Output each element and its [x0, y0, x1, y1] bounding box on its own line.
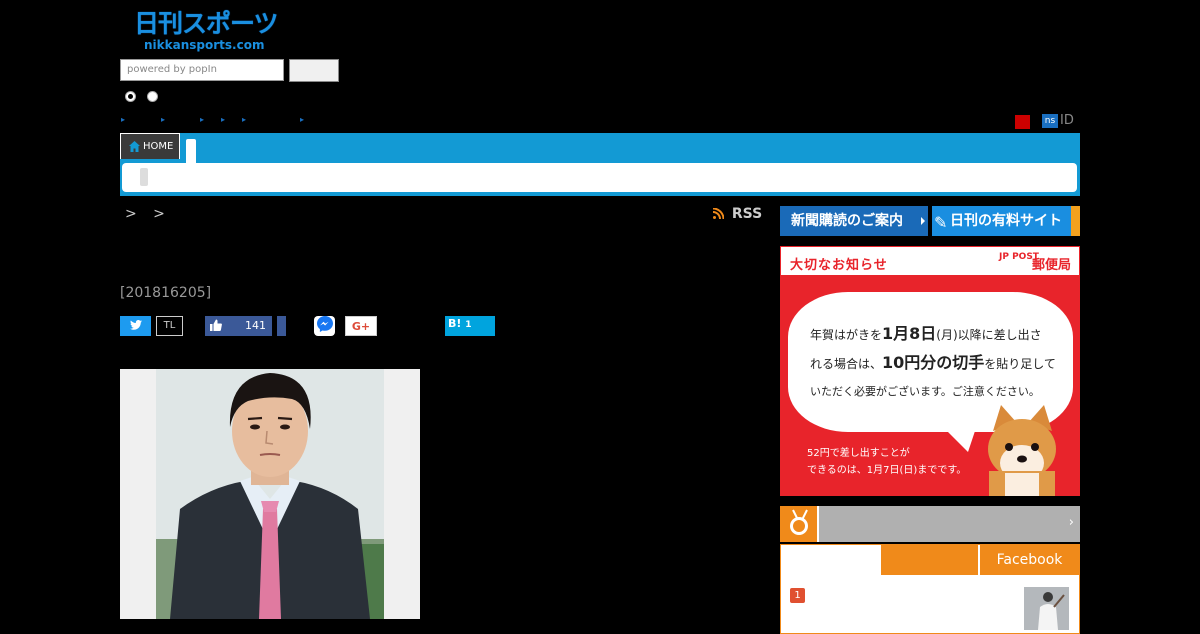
top-nav-link-1[interactable]: ▸: [121, 115, 127, 124]
sub-nav-item[interactable]: [140, 168, 148, 186]
rss-link[interactable]: RSS: [712, 206, 763, 222]
nav-tab-home[interactable]: HOME: [120, 133, 180, 159]
notice-header: 大切なお知らせ JP POST 郵便局: [780, 246, 1080, 276]
notice-small-text: 52円で差し出すことが できるのは、1月7日(日)までです。: [807, 448, 967, 476]
notice-message: 年賀はがきを1月8日(月)以降に差し出さ れる場合は、10円分の切手を貼り足して…: [810, 324, 1056, 398]
id-login-link[interactable]: ID: [1060, 113, 1074, 128]
ranking-tab-facebook[interactable]: Facebook: [980, 545, 1079, 575]
notice-title: 大切なお知らせ: [790, 258, 888, 273]
top-nav-link-4[interactable]: ▸: [221, 115, 227, 124]
paid-site-label: 日刊の有料サイト: [950, 213, 1062, 229]
google-plus-share-button[interactable]: G+: [345, 316, 377, 336]
article-date: [201816205]: [120, 285, 212, 301]
logo-domain: nikkansports.com: [144, 38, 265, 52]
pencil-icon: ✎: [934, 213, 948, 232]
breadcrumb: > >: [125, 206, 171, 222]
messenger-share-button[interactable]: [314, 316, 335, 336]
article-photo[interactable]: [120, 369, 420, 619]
shiba-dog-icon: [988, 405, 1056, 496]
person-photo-illustration: [120, 369, 420, 619]
rss-label: RSS: [731, 206, 763, 222]
search-input[interactable]: powered by popIn: [120, 59, 284, 81]
arrow-right-icon: [921, 217, 925, 225]
twitter-icon: [129, 319, 142, 332]
facebook-share-button[interactable]: [277, 316, 286, 336]
hatena-bookmark-button[interactable]: B! 1: [445, 316, 495, 336]
search-scope-radio-web[interactable]: [147, 91, 158, 102]
ranking-thumbnail[interactable]: [1024, 587, 1069, 630]
thumbs-up-icon: [210, 316, 222, 336]
top-nav-link-3[interactable]: ▸: [200, 115, 206, 124]
newspaper-subscription-label: 新聞購読のご案内: [791, 213, 903, 229]
facebook-like-count: 141: [245, 319, 266, 332]
nav-tab-home-label: HOME: [143, 141, 174, 152]
top-nav-link-2[interactable]: ▸: [161, 115, 167, 124]
search-placeholder: powered by popIn: [127, 64, 217, 75]
home-icon: [129, 141, 140, 152]
top-nav-link-5[interactable]: ▸: [242, 115, 248, 124]
medal-icon: [780, 506, 819, 542]
red-icon[interactable]: [1015, 115, 1030, 129]
facebook-like-button[interactable]: 141: [205, 316, 272, 336]
logo-text: 日刊スポーツ: [134, 9, 279, 38]
hatena-count: 1: [465, 320, 472, 330]
ranking-header[interactable]: ›: [780, 506, 1080, 542]
post-office-notice-ad[interactable]: 大切なお知らせ JP POST 郵便局 年賀はがきを1月8日(月)以降に差し出さ…: [780, 246, 1080, 496]
top-nav-link-6[interactable]: ▸: [300, 115, 306, 124]
ranking-tab-1[interactable]: [881, 545, 978, 575]
messenger-icon: [316, 316, 333, 333]
newspaper-subscription-button[interactable]: 新聞購読のご案内: [780, 206, 928, 236]
notice-org: 郵便局: [1032, 258, 1072, 273]
rss-icon: [712, 206, 729, 222]
ranking-number-badge: 1: [790, 588, 805, 603]
chevron-right-icon: ›: [1068, 515, 1074, 530]
search-button[interactable]: [289, 59, 339, 82]
sub-nav: [122, 163, 1077, 192]
site-logo[interactable]: 日刊スポーツ nikkansports.com: [134, 10, 286, 56]
tl-button[interactable]: TL: [156, 316, 183, 336]
ns-badge[interactable]: ns: [1042, 114, 1058, 128]
twitter-share-button[interactable]: [120, 316, 151, 336]
paid-site-button[interactable]: ✎ 日刊の有料サイト: [932, 206, 1080, 236]
hatena-label: B!: [448, 317, 462, 330]
search-scope-radio-site[interactable]: [125, 91, 136, 102]
nav-tab-2[interactable]: [186, 139, 196, 163]
